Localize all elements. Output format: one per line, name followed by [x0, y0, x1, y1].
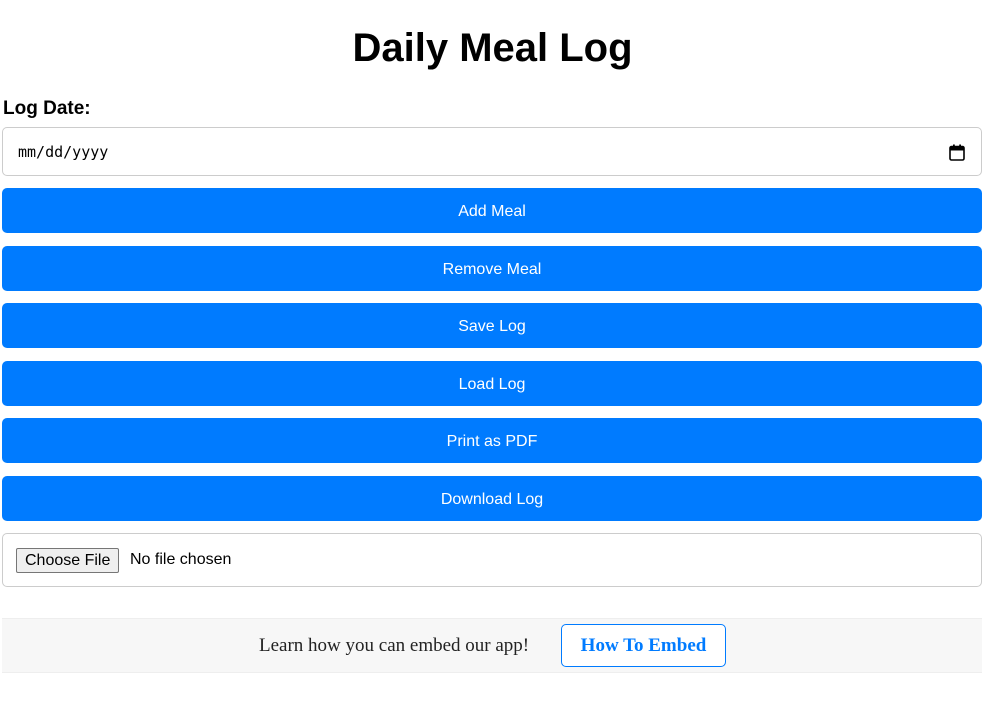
embed-bar: Learn how you can embed our app! How To …	[2, 618, 982, 673]
how-to-embed-button[interactable]: How To Embed	[561, 624, 726, 667]
file-input-container: Choose File No file chosen	[2, 533, 982, 587]
log-date-label: Log Date:	[3, 98, 91, 119]
load-log-button[interactable]: Load Log	[2, 361, 982, 406]
add-meal-button[interactable]: Add Meal	[2, 188, 982, 233]
log-date-input[interactable]: mm/dd/yyyy	[2, 127, 982, 176]
file-status-text: No file chosen	[130, 551, 232, 568]
calendar-icon[interactable]	[949, 144, 965, 161]
choose-file-button[interactable]: Choose File	[16, 548, 120, 573]
download-log-button[interactable]: Download Log	[2, 476, 982, 521]
page-title: Daily Meal Log	[352, 26, 633, 70]
meal-log-page: Daily Meal Log Log Date: mm/dd/yyyy Add …	[0, 0, 985, 710]
log-date-placeholder: mm/dd/yyyy	[18, 143, 109, 161]
save-log-button[interactable]: Save Log	[2, 303, 982, 348]
embed-text: Learn how you can embed our app!	[259, 635, 530, 656]
remove-meal-button[interactable]: Remove Meal	[2, 246, 982, 291]
print-pdf-button[interactable]: Print as PDF	[2, 418, 982, 463]
